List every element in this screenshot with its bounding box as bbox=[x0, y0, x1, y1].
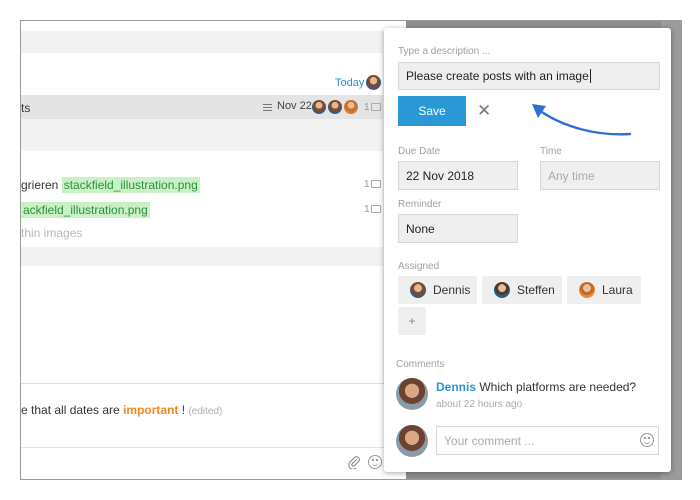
faded-task-text: thin images bbox=[21, 226, 83, 240]
note-suffix: ! bbox=[178, 403, 186, 417]
emoji-icon[interactable] bbox=[368, 455, 382, 469]
task-detail-popup: Type a description ... Please create pos… bbox=[384, 28, 671, 472]
description-label: Type a description ... bbox=[398, 46, 491, 57]
paperclip-icon[interactable] bbox=[347, 455, 361, 469]
assignee-avatar bbox=[328, 100, 342, 114]
avatar bbox=[579, 282, 595, 298]
assignee-name: Dennis bbox=[433, 283, 471, 297]
task-due-date: Nov 22 bbox=[277, 100, 312, 112]
due-date-field[interactable]: 22 Nov 2018 bbox=[398, 161, 518, 190]
comment-count: 1 bbox=[364, 204, 370, 215]
description-value: Please create posts with an image bbox=[406, 69, 589, 83]
close-icon[interactable]: ✕ bbox=[477, 102, 491, 119]
reminder-select[interactable]: None bbox=[398, 214, 518, 243]
comment-author[interactable]: Dennis bbox=[436, 380, 476, 394]
assignee-chip-steffen[interactable]: Steffen bbox=[482, 276, 562, 304]
add-assignee-button[interactable]: + bbox=[398, 307, 426, 335]
comment-count: 1 bbox=[364, 102, 370, 113]
comment: Dennis Which platforms are needed? bbox=[436, 380, 636, 394]
description-input[interactable]: Please create posts with an image bbox=[398, 62, 660, 90]
note-prefix: e that all dates are bbox=[21, 403, 124, 417]
top-strip bbox=[21, 21, 406, 31]
file-row[interactable]: grieren stackfield_illustration.png bbox=[21, 177, 200, 193]
chat-icon bbox=[371, 180, 381, 188]
important-label: important bbox=[123, 403, 179, 417]
save-button[interactable]: Save bbox=[398, 96, 466, 126]
emoji-icon[interactable] bbox=[640, 433, 654, 447]
assignee-avatar bbox=[344, 100, 358, 114]
divider bbox=[21, 447, 406, 448]
text-cursor bbox=[589, 69, 591, 83]
comment-placeholder: Your comment ... bbox=[444, 433, 535, 448]
file-attachment[interactable]: ackfield_illustration.png bbox=[21, 202, 150, 218]
task-list-panel: Today ts Nov 22 1 grieren stackfield_ill… bbox=[21, 21, 406, 479]
comment-count: 1 bbox=[364, 179, 370, 190]
chat-icon bbox=[371, 205, 381, 213]
comment-text: Which platforms are needed? bbox=[479, 380, 637, 394]
today-link[interactable]: Today bbox=[335, 77, 364, 89]
comment-input[interactable]: Your comment ... bbox=[436, 426, 659, 455]
file-attachment[interactable]: stackfield_illustration.png bbox=[61, 177, 200, 193]
description-icon bbox=[263, 104, 272, 113]
due-date-label: Due Date bbox=[398, 146, 441, 157]
time-label: Time bbox=[540, 146, 562, 157]
commenter-avatar bbox=[396, 378, 428, 410]
assignee-chip-dennis[interactable]: Dennis bbox=[398, 276, 477, 304]
file-row-text: grieren bbox=[21, 178, 62, 192]
edited-label: (edited) bbox=[188, 406, 223, 417]
comment-timestamp: about 22 hours ago bbox=[436, 399, 523, 410]
task-title: ts bbox=[21, 101, 31, 115]
current-user-avatar bbox=[396, 425, 428, 457]
assignee-avatar bbox=[312, 100, 326, 114]
avatar bbox=[366, 75, 381, 90]
file-row[interactable]: ackfield_illustration.png bbox=[21, 202, 150, 218]
reminder-label: Reminder bbox=[398, 199, 442, 210]
comments-label: Comments bbox=[396, 359, 445, 370]
time-field[interactable]: Any time bbox=[540, 161, 660, 190]
empty-section bbox=[21, 266, 383, 386]
assignee-chip-laura[interactable]: Laura bbox=[567, 276, 641, 304]
assignee-name: Steffen bbox=[517, 283, 555, 297]
assigned-label: Assigned bbox=[398, 261, 440, 272]
chat-icon bbox=[371, 103, 381, 111]
pointer-arrow bbox=[532, 104, 632, 136]
app-window: Today ts Nov 22 1 grieren stackfield_ill… bbox=[20, 20, 682, 480]
assignee-name: Laura bbox=[602, 283, 633, 297]
avatar bbox=[410, 282, 426, 298]
avatar bbox=[494, 282, 510, 298]
note-text: e that all dates are important ! (edited… bbox=[21, 403, 222, 417]
